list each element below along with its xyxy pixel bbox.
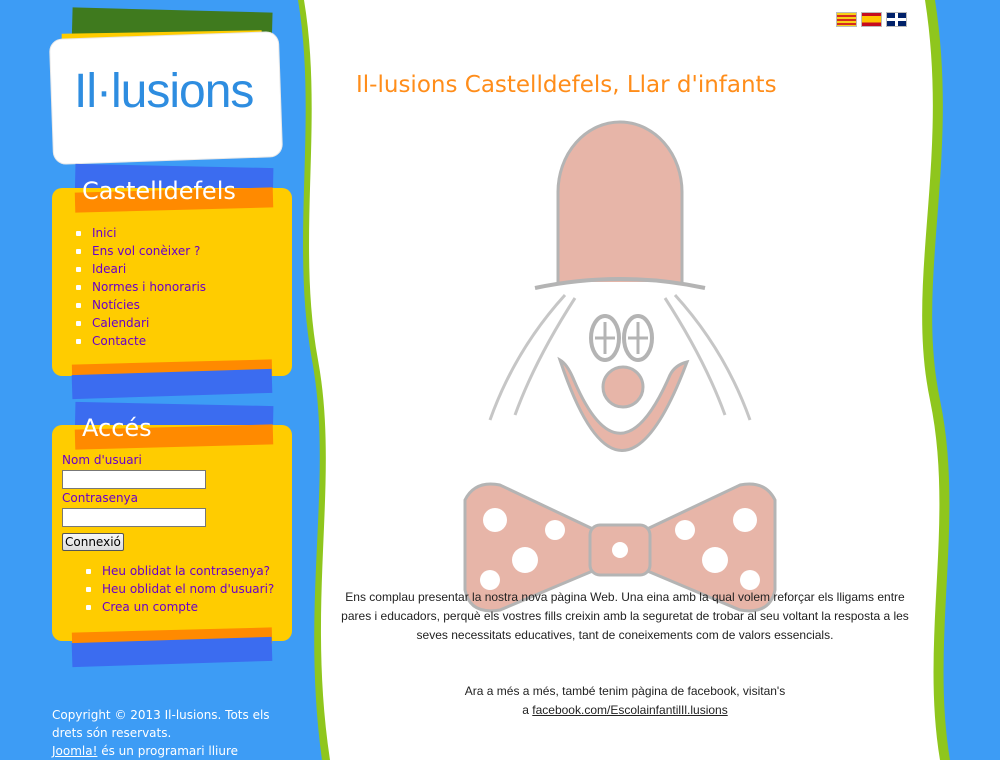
login-submit-button[interactable]: Connexió xyxy=(62,533,124,551)
create-account-item[interactable]: Crea un compte xyxy=(84,598,274,616)
menu-item-calendari[interactable]: Calendari xyxy=(74,314,206,332)
facebook-link-line: a facebook.com/EscolainfantilIl.lusions xyxy=(340,701,910,720)
menu-item-normes[interactable]: Normes i honoraris xyxy=(74,278,206,296)
forgot-username-item[interactable]: Heu oblidat el nom d'usuari? xyxy=(84,580,274,598)
facebook-line: Ara a més a més, també tenim pàgina de f… xyxy=(464,684,786,698)
facebook-prefix: a xyxy=(522,703,533,717)
main-menu: Inici Ens vol conèixer ? Ideari Normes i… xyxy=(74,224,206,350)
menu-link[interactable]: Inici xyxy=(92,226,116,240)
catalan-flag-icon[interactable] xyxy=(836,12,857,27)
facebook-paragraph: Ara a més a més, també tenim pàgina de f… xyxy=(340,682,910,720)
joomla-suffix: és un programari lliure xyxy=(97,744,239,758)
login-links: Heu oblidat la contrasenya? Heu oblidat … xyxy=(84,562,274,616)
password-label: Contrasenya xyxy=(62,491,139,505)
clown-illustration xyxy=(463,120,777,613)
footer-copyright: Copyright © 2013 Il-lusions. Tots els dr… xyxy=(52,708,270,740)
intro-paragraph: Ens complau presentar la nostra nova pàg… xyxy=(341,590,909,642)
forgot-password-link[interactable]: Heu oblidat la contrasenya? xyxy=(102,564,270,578)
logo-text: Il·lusions xyxy=(74,65,254,118)
menu-item-ideari[interactable]: Ideari xyxy=(74,260,206,278)
menu-link[interactable]: Notícies xyxy=(92,298,140,312)
menu-link[interactable]: Ideari xyxy=(92,262,126,276)
login-title: Accés xyxy=(82,414,152,442)
password-input[interactable] xyxy=(62,508,206,527)
footer-joomla: Joomla! és un programari lliure xyxy=(52,742,287,760)
spanish-flag-icon[interactable] xyxy=(861,12,882,27)
menu-item-noticies[interactable]: Notícies xyxy=(74,296,206,314)
menu-item-inici[interactable]: Inici xyxy=(74,224,206,242)
nav-title: Castelldefels xyxy=(82,177,236,205)
forgot-password-item[interactable]: Heu oblidat la contrasenya? xyxy=(84,562,274,580)
menu-link[interactable]: Normes i honoraris xyxy=(92,280,206,294)
joomla-link[interactable]: Joomla! xyxy=(52,744,97,758)
footer: Copyright © 2013 Il-lusions. Tots els dr… xyxy=(52,706,287,760)
facebook-link[interactable]: facebook.com/EscolainfantilIl.lusions xyxy=(532,703,727,717)
menu-item-contacte[interactable]: Contacte xyxy=(74,332,206,350)
create-account-link[interactable]: Crea un compte xyxy=(102,600,198,614)
forgot-username-link[interactable]: Heu oblidat el nom d'usuari? xyxy=(102,582,274,596)
page-title: Il-lusions Castelldefels, Llar d'infants xyxy=(356,72,777,98)
menu-link[interactable]: Contacte xyxy=(92,334,146,348)
language-switcher xyxy=(836,12,911,31)
username-label: Nom d'usuari xyxy=(62,453,142,467)
menu-link[interactable]: Calendari xyxy=(92,316,149,330)
username-input[interactable] xyxy=(62,470,206,489)
menu-link[interactable]: Ens vol conèixer ? xyxy=(92,244,200,258)
site-logo[interactable]: Il·lusions xyxy=(49,7,285,168)
english-flag-icon[interactable] xyxy=(886,12,907,27)
menu-item-ens-vol-coneixer[interactable]: Ens vol conèixer ? xyxy=(74,242,206,260)
